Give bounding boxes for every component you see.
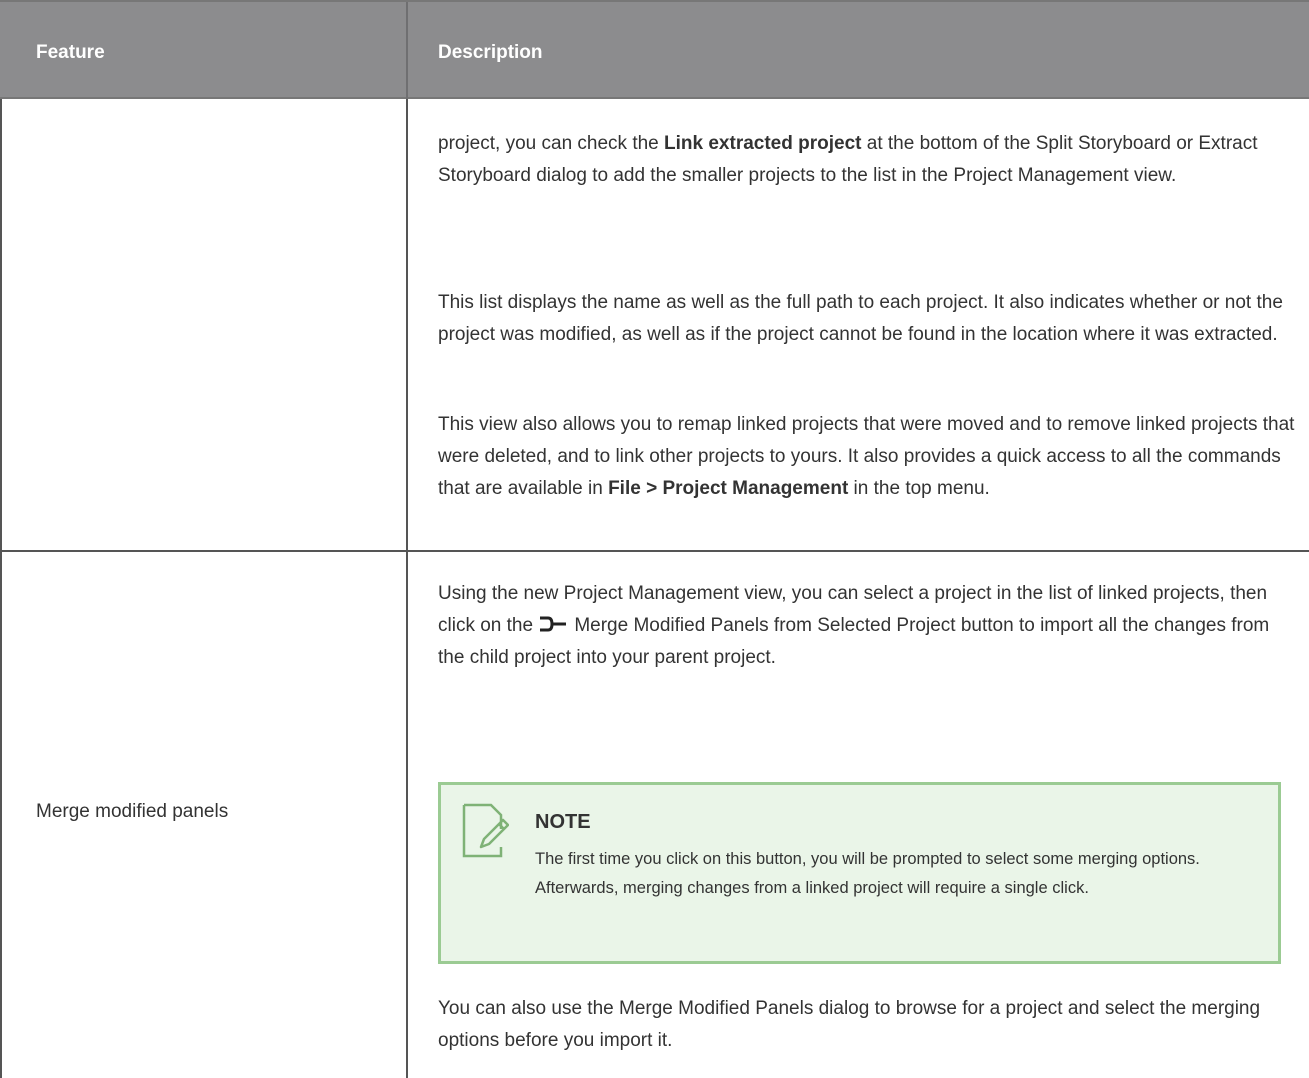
note-text: The first time you click on this button,… — [535, 850, 1200, 897]
menu-path: File > Project Management — [608, 478, 849, 499]
description-paragraph: You can also use the Merge Modified Pane… — [438, 998, 1261, 1051]
text-run: project, you can check the — [438, 133, 665, 154]
feature-name: Merge modified panels — [36, 801, 229, 822]
table-header: Feature Description — [0, 0, 1309, 101]
note-title: NOTE — [535, 811, 591, 833]
feature-table: Feature Description project, you can che… — [0, 0, 1309, 1078]
description-paragraph: This view also allows you to remap linke… — [438, 409, 1298, 505]
description-paragraph: This list displays the name as well as t… — [438, 292, 1283, 345]
merge-panels-icon — [540, 616, 567, 632]
description-paragraph: project, you can check the Link extracte… — [438, 128, 1298, 192]
note-pencil-icon — [462, 803, 509, 858]
column-header-feature: Feature — [36, 42, 105, 63]
header-divider — [406, 2, 408, 101]
text-run: in the top menu. — [848, 478, 990, 499]
row-divider — [0, 550, 1309, 552]
bold-term: Link extracted project — [664, 133, 862, 154]
note-box: NOTE The first time you click on this bu… — [438, 782, 1281, 964]
column-divider — [406, 99, 408, 1078]
description-paragraph: Using the new Project Management view, y… — [438, 578, 1298, 674]
table-border-left — [0, 99, 2, 1078]
column-header-description: Description — [438, 42, 543, 63]
